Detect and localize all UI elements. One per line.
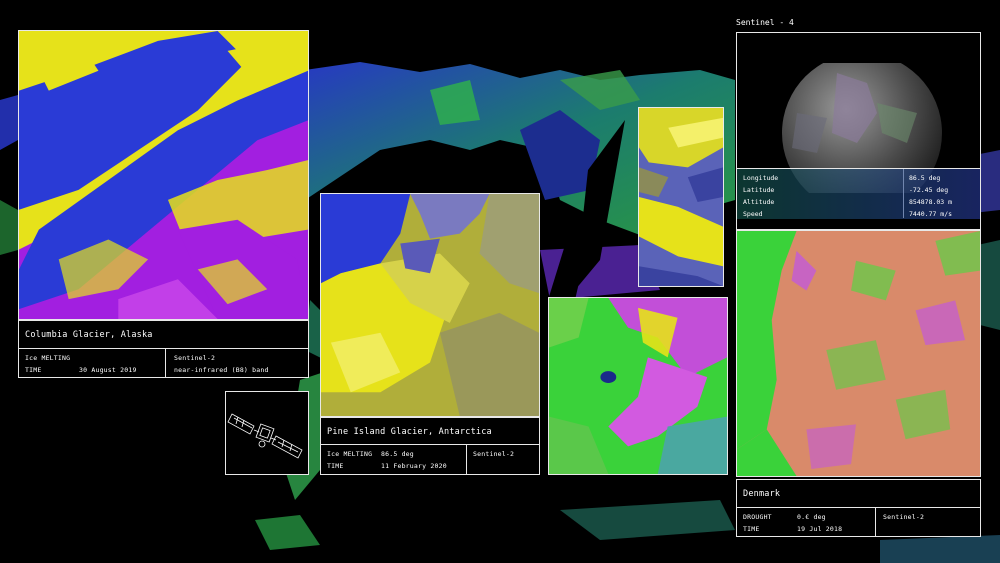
sentinel4-row-value-2: 854878.03 m [909,198,953,206]
pine-satellite: Sentinel-2 [473,450,515,458]
sentinel4-row-label-0: Longitude [743,174,779,182]
denmark-title: Denmark [743,489,781,499]
pine-info-box: Pine Island Glacier, Antarctica Ice MELT… [320,417,540,475]
sentinel4-row-value-1: -72.45 deg [909,186,949,194]
satellite-icon [227,413,303,459]
pine-island-glacier-image [320,193,540,417]
columbia-title: Columbia Glacier, Alaska [25,330,153,340]
sentinel4-row-label-3: Speed [743,210,763,218]
pine-metric-value: 86.5 deg [381,450,414,458]
denmark-satellite: Sentinel-2 [883,513,925,521]
columbia-glacier-image [18,30,309,320]
columbia-info-box: Columbia Glacier, Alaska Ice MELTING TIM… [18,320,309,378]
sentinel4-row-value-0: 86.5 deg [909,174,941,182]
sentinel4-row-label-2: Altitude [743,198,775,206]
cloud-strip-image [638,107,724,287]
columbia-title-row: Columbia Glacier, Alaska [19,321,308,349]
denmark-info-box: Denmark DROUGHT 0.€ deg TIME 19 Jul 2018… [736,479,981,537]
columbia-time-value: 30 August 2019 [79,366,137,374]
pine-metric-label: Ice MELTING [327,450,373,458]
satellite-icon-box [225,391,309,475]
denmark-metric-value: 0.€ deg [797,513,826,521]
sentinel4-row-value-3: 7440.77 m/s [909,210,953,218]
columbia-satellite: Sentinel-2 [174,354,216,362]
columbia-time-label: TIME [25,366,42,374]
denmark-time-label: TIME [743,525,760,533]
pine-time-label: TIME [327,462,344,470]
sentinel4-row-label-1: Latitude [743,186,775,194]
pine-title: Pine Island Glacier, Antarctica [327,427,492,437]
pine-title-row: Pine Island Glacier, Antarctica [321,418,539,445]
columbia-metric-label: Ice MELTING [25,354,71,362]
denmark-time-value: 19 Jul 2018 [797,525,843,533]
green-coastal-image [548,297,728,475]
columbia-band: near-infrared (B8) band [174,366,269,374]
sentinel4-title: Sentinel - 4 [736,18,794,27]
denmark-image [736,230,981,477]
pine-time-value: 11 February 2020 [381,462,447,470]
denmark-metric-label: DROUGHT [743,513,772,521]
denmark-title-row: Denmark [737,480,980,508]
sentinel4-panel: Longitude 86.5 deg Latitude -72.45 deg A… [736,32,981,230]
